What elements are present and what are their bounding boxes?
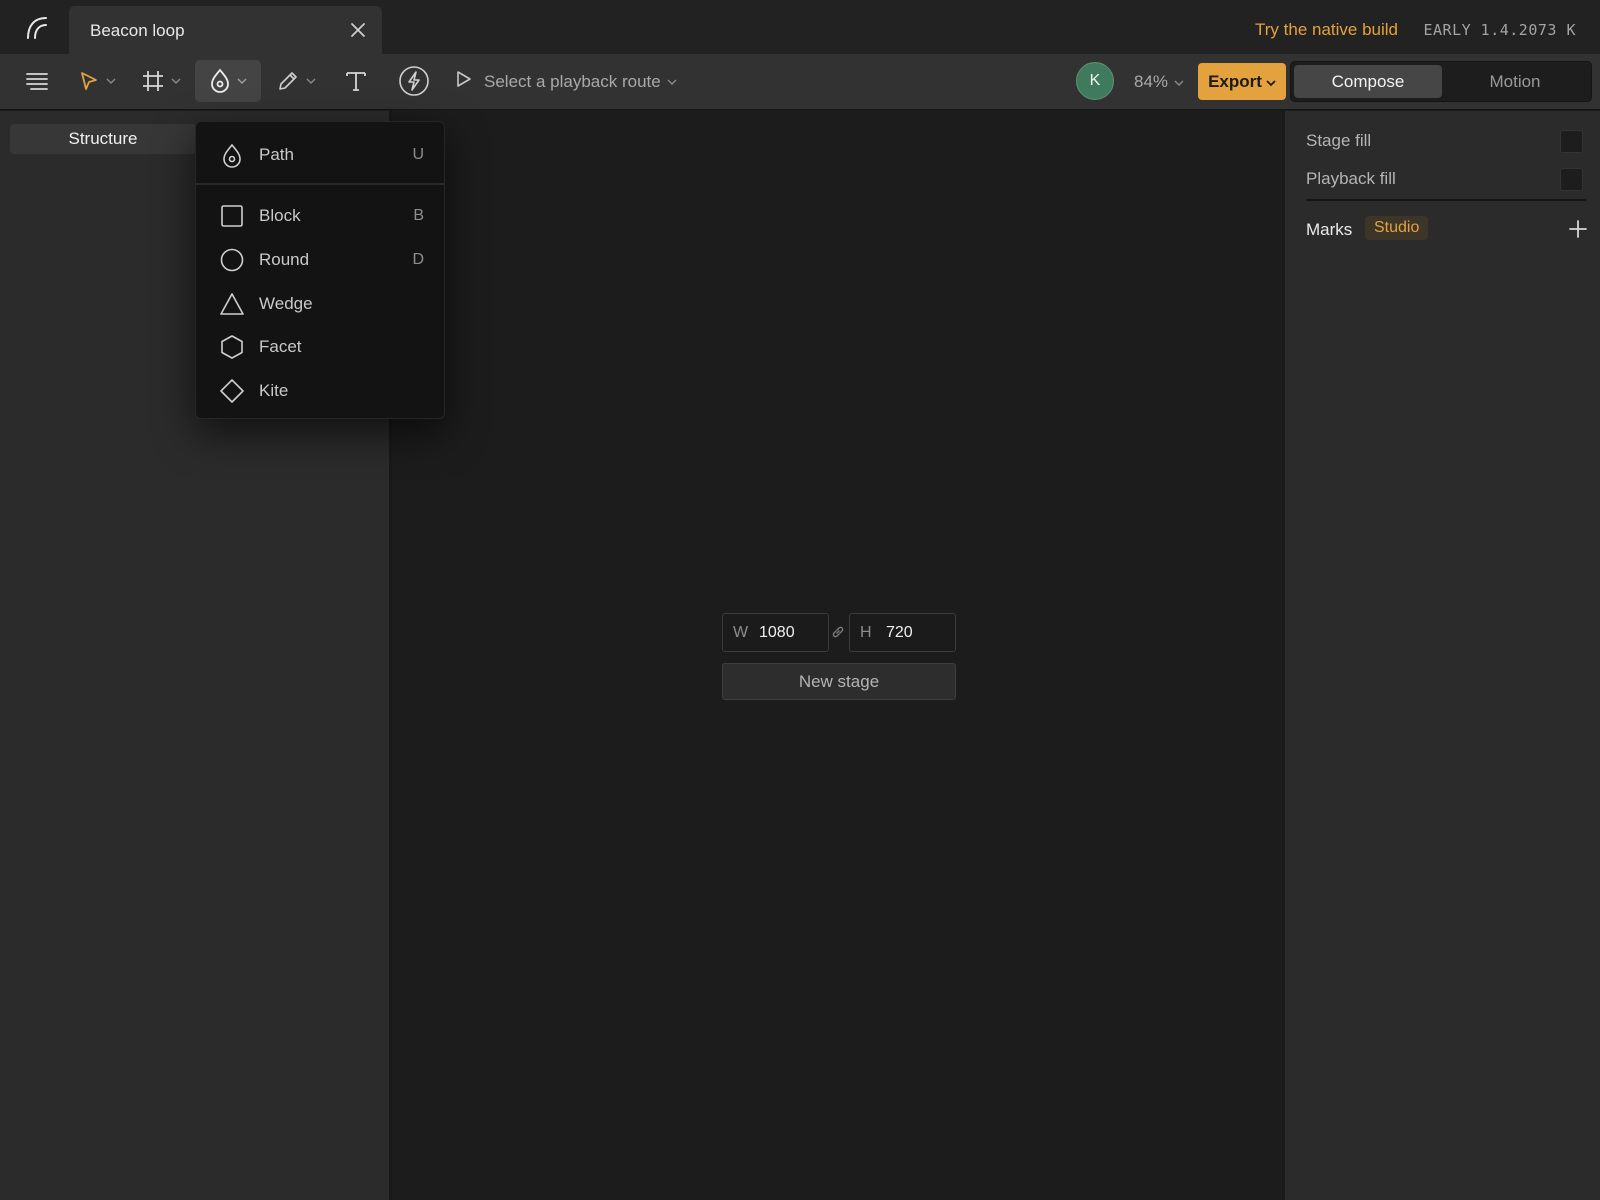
play-icon bbox=[456, 70, 472, 93]
circle-icon bbox=[220, 248, 244, 272]
height-letter: H bbox=[860, 623, 872, 641]
width-letter: W bbox=[733, 623, 749, 641]
zoom-select[interactable]: 84% bbox=[1134, 72, 1184, 92]
tab-structure[interactable]: Structure bbox=[10, 124, 196, 154]
menu-item-label: Wedge bbox=[259, 294, 313, 313]
export-button[interactable]: Export bbox=[1198, 63, 1286, 100]
zoom-value: 84% bbox=[1134, 72, 1169, 91]
height-value: 720 bbox=[886, 623, 913, 641]
user-avatar[interactable]: K bbox=[1076, 62, 1114, 100]
menu-item-kite[interactable]: Kite bbox=[196, 371, 444, 411]
close-icon[interactable] bbox=[348, 20, 368, 40]
tab-motion[interactable]: Motion bbox=[1441, 65, 1589, 98]
marks-title: Marks bbox=[1306, 220, 1353, 239]
shape-tool-button[interactable] bbox=[195, 60, 261, 102]
toolbar: Select a playback route K 84% Export Com… bbox=[0, 54, 1600, 110]
width-field[interactable]: W 1080 bbox=[722, 613, 829, 652]
chevron-down-icon bbox=[171, 77, 181, 85]
menu-icon bbox=[25, 71, 49, 91]
text-tool-button[interactable] bbox=[340, 60, 372, 102]
chevron-down-icon bbox=[106, 77, 116, 85]
playback-route-label: Select a playback route bbox=[484, 71, 661, 91]
menu-item-label: Kite bbox=[259, 381, 289, 400]
chevron-down-icon bbox=[667, 73, 677, 91]
chevron-down-icon bbox=[1174, 72, 1184, 92]
path-drop-icon bbox=[220, 143, 244, 168]
hexagon-icon bbox=[220, 335, 244, 359]
chevron-down-icon bbox=[237, 77, 247, 85]
export-label: Export bbox=[1208, 71, 1262, 91]
document-tab-title: Beacon loop bbox=[90, 21, 185, 40]
playback-route-select[interactable]: Select a playback route bbox=[456, 70, 677, 93]
pencil-icon bbox=[276, 69, 300, 93]
actions-tool-button[interactable] bbox=[396, 60, 432, 102]
mode-switch: Compose Motion bbox=[1290, 61, 1592, 102]
menu-item-label: Block bbox=[259, 206, 301, 225]
shape-menu: Path U Block B Round D Wedge Facet Kite bbox=[195, 121, 445, 419]
frame-tool-button[interactable] bbox=[136, 60, 186, 102]
tab-compose[interactable]: Compose bbox=[1294, 65, 1442, 98]
menu-item-round[interactable]: Round D bbox=[196, 240, 444, 280]
menu-item-label: Round bbox=[259, 250, 310, 269]
link-icon[interactable] bbox=[830, 624, 846, 645]
pen-shape-icon bbox=[209, 68, 231, 94]
menu-item-shortcut: U bbox=[412, 146, 424, 163]
right-panel: Stage fill Playback fill Marks Studio bbox=[1282, 111, 1600, 1200]
pencil-tool-button[interactable] bbox=[272, 60, 320, 102]
document-tab[interactable]: Beacon loop bbox=[69, 6, 382, 54]
canvas[interactable] bbox=[392, 111, 1282, 1200]
triangle-icon bbox=[220, 292, 244, 316]
studio-badge: Studio bbox=[1365, 216, 1429, 240]
playback-fill-label: Playback fill bbox=[1306, 169, 1396, 188]
new-stage-button[interactable]: New stage bbox=[722, 663, 956, 700]
chevron-down-icon bbox=[306, 77, 316, 85]
square-icon bbox=[220, 204, 244, 228]
menu-item-path[interactable]: Path U bbox=[196, 135, 444, 175]
menu-item-shortcut: B bbox=[413, 207, 424, 224]
select-arrow-icon bbox=[78, 70, 100, 92]
stage-fill-label: Stage fill bbox=[1306, 131, 1372, 150]
menu-item-block[interactable]: Block B bbox=[196, 196, 444, 236]
title-bar: Beacon loop Try the native build EARLY 1… bbox=[0, 0, 1600, 54]
select-tool-button[interactable] bbox=[72, 60, 122, 102]
main-menu-button[interactable] bbox=[20, 60, 54, 102]
width-value: 1080 bbox=[759, 623, 795, 641]
build-version: EARLY 1.4.2073 K bbox=[1423, 21, 1576, 39]
frame-icon bbox=[141, 69, 165, 93]
diamond-icon bbox=[220, 379, 244, 403]
menu-item-label: Path bbox=[259, 145, 294, 164]
height-field[interactable]: H 720 bbox=[849, 613, 956, 652]
chevron-down-icon bbox=[1266, 72, 1276, 92]
playback-fill-swatch[interactable] bbox=[1560, 168, 1583, 191]
bolt-icon bbox=[398, 65, 430, 97]
text-icon bbox=[345, 70, 367, 92]
plus-icon[interactable] bbox=[1567, 218, 1589, 240]
app-logo-icon[interactable] bbox=[22, 14, 52, 40]
menu-item-wedge[interactable]: Wedge bbox=[196, 284, 444, 324]
stage-fill-swatch[interactable] bbox=[1560, 130, 1583, 153]
native-build-link[interactable]: Try the native build bbox=[1255, 20, 1398, 40]
menu-item-label: Facet bbox=[259, 337, 302, 356]
menu-item-facet[interactable]: Facet bbox=[196, 327, 444, 367]
menu-divider bbox=[196, 183, 444, 185]
menu-item-shortcut: D bbox=[412, 251, 424, 268]
divider bbox=[1306, 199, 1586, 201]
